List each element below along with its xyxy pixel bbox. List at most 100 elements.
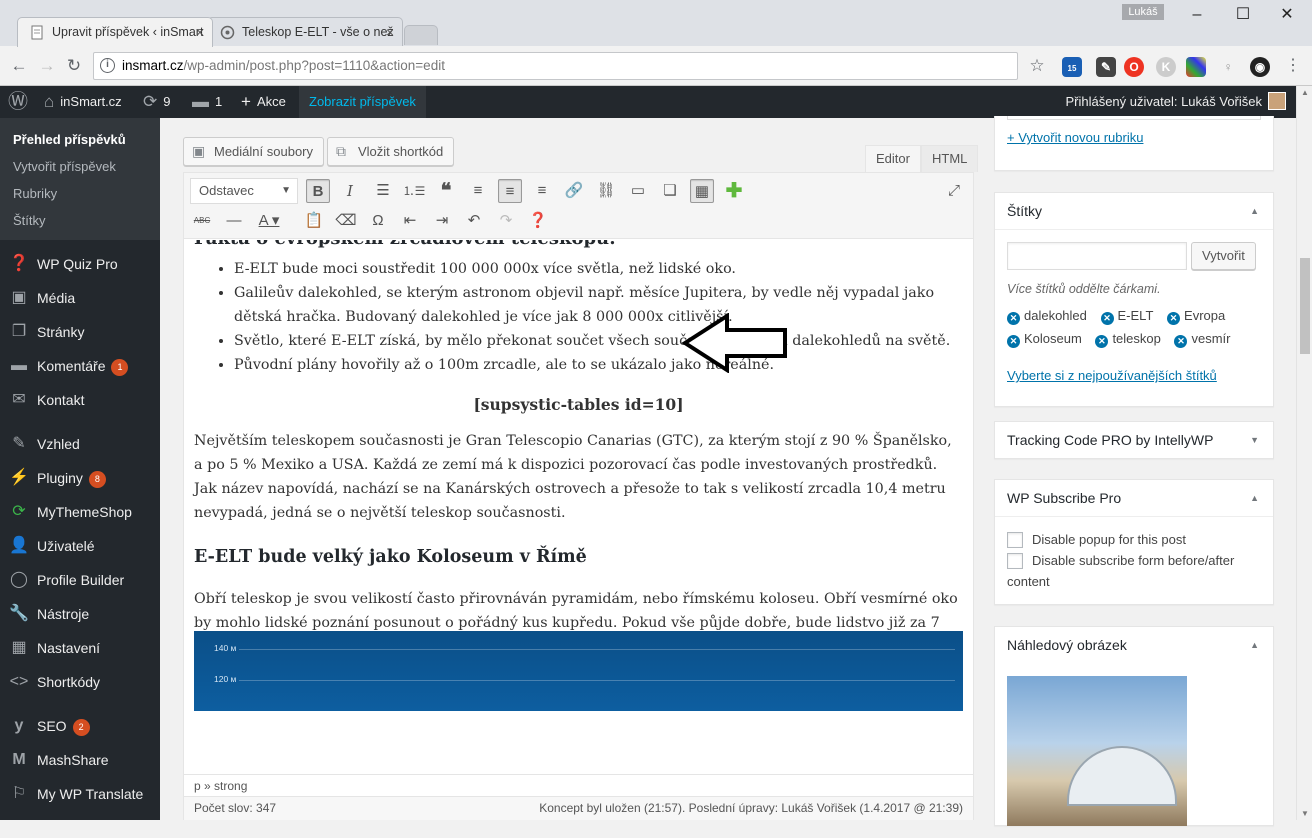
tab-visual-editor[interactable]: Editor [865,145,921,172]
align-left-icon[interactable]: ≡ [466,179,490,203]
forward-icon[interactable]: → [36,55,58,77]
tag-input[interactable] [1007,242,1187,270]
menu-tools[interactable]: 🔧 Nástroje [0,597,160,631]
extension-badge-icon[interactable]: 15 [1062,57,1082,77]
tab-html-editor[interactable]: HTML [921,145,979,172]
tab-edit-post[interactable]: Upravit příspěvek ‹ inSmart × [17,17,213,47]
bookmark-star-icon[interactable]: ☆ [1026,55,1048,77]
menu-my-wp-translate[interactable]: ⚐ My WP Translate [0,777,160,811]
popular-tags-link[interactable]: Vyberte si z nejpoužívanějších štítků [1007,368,1261,383]
menu-profile-builder[interactable]: ◯ Profile Builder [0,563,160,597]
menu-mashshare[interactable]: M MashShare [0,743,160,777]
remove-tag-icon[interactable]: ✕ [1174,335,1188,348]
figure-extension-icon[interactable]: ♀ [1218,57,1238,77]
add-new-category-link[interactable]: + Vytvořit novou rubriku [1007,130,1143,145]
menu-media[interactable]: ▣ Média [0,281,160,315]
unlink-icon[interactable]: ⛓ [594,179,618,203]
menu-users[interactable]: 👤 Uživatelé [0,529,160,563]
menu-seo[interactable]: y SEO 2 [0,709,160,743]
subscribe-box-header[interactable]: WP Subscribe Pro ▲ [995,480,1273,517]
ab-comments[interactable]: ▬ 1 [192,86,222,118]
new-tab-button[interactable] [404,25,438,45]
submenu-new-post[interactable]: Vytvořit příspěvek [0,153,160,180]
color-extension-icon[interactable] [1186,57,1206,77]
address-bar[interactable]: i insmart.cz/wp-admin/post.php?post=1110… [93,52,1018,80]
add-media-button[interactable]: ▣ Mediální soubory [183,137,324,166]
fullscreen-icon[interactable]: ⤢ [942,179,966,203]
menu-contact[interactable]: ✉ Kontakt [0,383,160,417]
close-window-icon[interactable]: ✕ [1272,4,1302,26]
add-shortcode-plus-icon[interactable]: ✚ [722,179,746,203]
outdent-icon[interactable]: ⇤ [398,209,422,233]
help-icon[interactable]: ❓ [526,209,550,233]
tags-box-header[interactable]: Štítky ▲ [995,193,1273,230]
colorwheel-extension-icon[interactable]: ◉ [1250,57,1270,77]
submenu-all-posts[interactable]: Přehled příspěvků [0,126,160,153]
disable-form-checkbox[interactable] [1007,553,1023,569]
menu-plugins[interactable]: ⚡ Pluginy 8 [0,461,160,495]
info-icon[interactable]: i [100,58,115,73]
insert-shortcode-button[interactable]: ⧉ Vložit shortkód [327,137,455,166]
add-tag-button[interactable]: Vytvořit [1191,242,1256,270]
ab-my-account[interactable]: Přihlášený uživatel: Lukáš Vořišek [1065,86,1286,118]
bullet-list-icon[interactable]: ☰ [371,179,395,203]
minimize-icon[interactable]: – [1182,4,1212,26]
menu-settings[interactable]: ▦ Nastavení [0,631,160,665]
clear-formatting-icon[interactable]: ⌫ [334,209,358,233]
featured-image-thumbnail[interactable] [1007,676,1187,826]
undo-icon[interactable]: ↶ [462,209,486,233]
opera-icon[interactable]: O [1124,57,1144,77]
maximize-icon[interactable]: ☐ [1228,4,1258,26]
menu-appearance[interactable]: ✎ Vzhled [0,427,160,461]
tracking-code-header[interactable]: Tracking Code PRO by IntellyWP ▼ [995,422,1273,459]
numbered-list-icon[interactable]: ⒈☰ [402,179,426,203]
ab-new-content[interactable]: + Akce [241,86,286,118]
profile-chip[interactable]: Lukáš [1122,4,1164,20]
read-more-icon[interactable]: ▭ [626,179,650,203]
menu-wp-quiz-pro[interactable]: ❓ WP Quiz Pro [0,247,160,281]
link-icon[interactable]: 🔗 [562,179,586,203]
featured-image-header[interactable]: Náhledový obrázek ▲ [995,627,1273,664]
paste-text-icon[interactable]: 📋 [302,209,326,233]
chrome-menu-icon[interactable]: ⋮ [1282,55,1304,77]
remove-tag-icon[interactable]: ✕ [1167,312,1181,325]
scroll-thumb[interactable] [1300,258,1310,354]
bold-icon[interactable]: B [306,179,330,203]
menu-comments[interactable]: ▬ Komentáře 1 [0,349,160,383]
remove-tag-icon[interactable]: ✕ [1007,335,1020,348]
submenu-tags[interactable]: Štítky [0,207,160,234]
toolbar-toggle-icon[interactable]: ▦ [690,179,714,203]
italic-icon[interactable]: I [338,179,362,203]
element-path[interactable]: p » strong [184,774,973,796]
back-icon[interactable]: ← [8,55,30,77]
remove-tag-icon[interactable]: ✕ [1007,312,1020,325]
tab-close-icon[interactable]: × [386,24,394,40]
remove-tag-icon[interactable]: ✕ [1100,312,1114,325]
disable-form-option[interactable]: Disable subscribe form before/after cont… [1007,550,1261,592]
blockquote-icon[interactable]: ❝ [434,179,458,203]
k-extension-icon[interactable]: K [1156,57,1176,77]
menu-shortcodes[interactable]: <> Shortkódy [0,665,160,699]
eyedropper-icon[interactable]: ✎ [1096,57,1116,77]
horizontal-line-icon[interactable]: — [222,209,246,233]
special-character-icon[interactable]: Ω [366,209,390,233]
menu-mythemeshop[interactable]: ⟳ MyThemeShop [0,495,160,529]
tab-teleskop[interactable]: Teleskop E-ELT - vše o než × [207,17,403,47]
tab-close-icon[interactable]: × [196,24,204,40]
remove-tag-icon[interactable]: ✕ [1095,335,1109,348]
ab-updates[interactable]: ⟳ 9 [143,86,170,118]
disable-popup-checkbox[interactable] [1007,532,1023,548]
text-color-icon[interactable]: A ▾ [252,209,286,233]
menu-pages[interactable]: ❐ Stránky [0,315,160,349]
redo-icon[interactable]: ↷ [494,209,518,233]
wordpress-logo-icon[interactable]: Ⓦ [8,86,34,118]
distraction-free-icon[interactable]: ❏ [658,179,682,203]
format-select[interactable]: Odstavec ▼ [190,178,298,204]
align-center-icon[interactable]: ≡ [498,179,522,203]
submenu-categories[interactable]: Rubriky [0,180,160,207]
page-scrollbar[interactable]: ▲ ▼ [1296,86,1312,820]
strikethrough-icon[interactable]: ABC [190,209,214,233]
indent-icon[interactable]: ⇥ [430,209,454,233]
disable-popup-option[interactable]: Disable popup for this post [1007,529,1261,550]
ab-view-post[interactable]: Zobrazit příspěvek [299,86,426,118]
